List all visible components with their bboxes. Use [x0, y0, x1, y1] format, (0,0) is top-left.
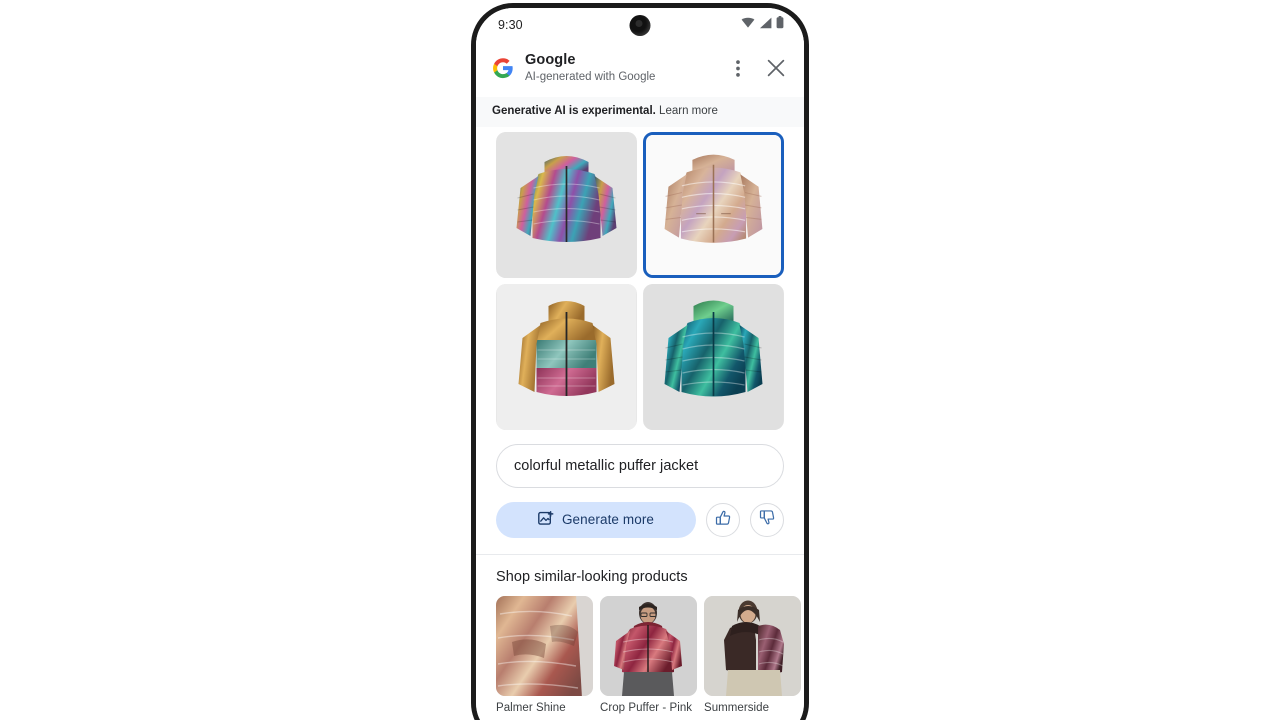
app-subtitle: AI-generated with Google: [525, 71, 656, 84]
thumb-down-icon: [759, 509, 776, 530]
add-image-icon: [538, 510, 554, 529]
generated-image-tile-2-selected[interactable]: [643, 131, 784, 278]
shop-product-label-1: Palmer Shine: [496, 701, 566, 714]
thumb-up-button[interactable]: [706, 502, 740, 537]
generated-image-tile-1[interactable]: [496, 131, 637, 278]
prompt-section: colorful metallic puffer jacket: [476, 429, 804, 488]
shop-product-image-1: [496, 595, 593, 696]
phone-device-frame: 9:30 Google AI-generated with Google Gen…: [471, 3, 809, 720]
screenshot-canvas: 9:30 Google AI-generated with Google Gen…: [0, 0, 1280, 720]
status-bar-icons: [741, 16, 784, 34]
front-camera-punch-hole: [629, 15, 651, 36]
action-buttons-row: Generate more: [476, 487, 804, 538]
shop-product-label-3: Summerside: [704, 701, 770, 714]
generated-image-tile-4[interactable]: [643, 283, 784, 430]
phone-screen: 9:30 Google AI-generated with Google Gen…: [476, 8, 804, 720]
app-title: Google: [525, 52, 576, 68]
shop-section-title: Shop similar-looking products: [496, 568, 688, 585]
generate-more-label: Generate more: [561, 512, 655, 528]
app-header-actions: [718, 56, 788, 80]
status-bar-time: 9:30: [498, 18, 523, 32]
shop-product-label-2: Crop Puffer - Pink: [600, 701, 693, 714]
shop-product-card-2[interactable]: Crop Puffer - Pink: [600, 595, 697, 714]
shop-product-card-3[interactable]: Summerside: [704, 595, 801, 714]
wifi-icon: [741, 16, 755, 34]
app-header: Google AI-generated with Google: [476, 42, 804, 97]
generated-images-grid: [496, 131, 784, 430]
prompt-input[interactable]: colorful metallic puffer jacket: [496, 443, 784, 488]
signal-icon: [759, 16, 772, 34]
generative-ai-disclaimer: Generative AI is experimental. Learn mor…: [476, 96, 804, 127]
battery-icon: [776, 16, 784, 34]
thumb-up-icon: [715, 510, 732, 530]
generate-more-button[interactable]: Generate more: [496, 501, 696, 538]
disclaimer-bold-text: Generative AI is experimental.: [492, 104, 656, 117]
shop-product-image-3: [704, 595, 801, 696]
shop-products-row: Palmer Shine Crop Puffer - Pink Summersi…: [476, 585, 804, 714]
shop-product-image-2: [600, 595, 697, 696]
thumb-down-button[interactable]: [750, 502, 784, 537]
close-icon[interactable]: [764, 56, 788, 80]
generated-images-section: [476, 126, 804, 430]
generated-image-tile-3[interactable]: [496, 283, 637, 430]
more-vert-icon[interactable]: [726, 56, 750, 80]
google-g-logo-icon: [492, 57, 514, 79]
shop-product-card-1[interactable]: Palmer Shine: [496, 595, 593, 714]
learn-more-link[interactable]: Learn more: [659, 105, 718, 117]
status-bar: 9:30: [476, 8, 804, 42]
app-header-text: Google AI-generated with Google: [525, 51, 718, 86]
